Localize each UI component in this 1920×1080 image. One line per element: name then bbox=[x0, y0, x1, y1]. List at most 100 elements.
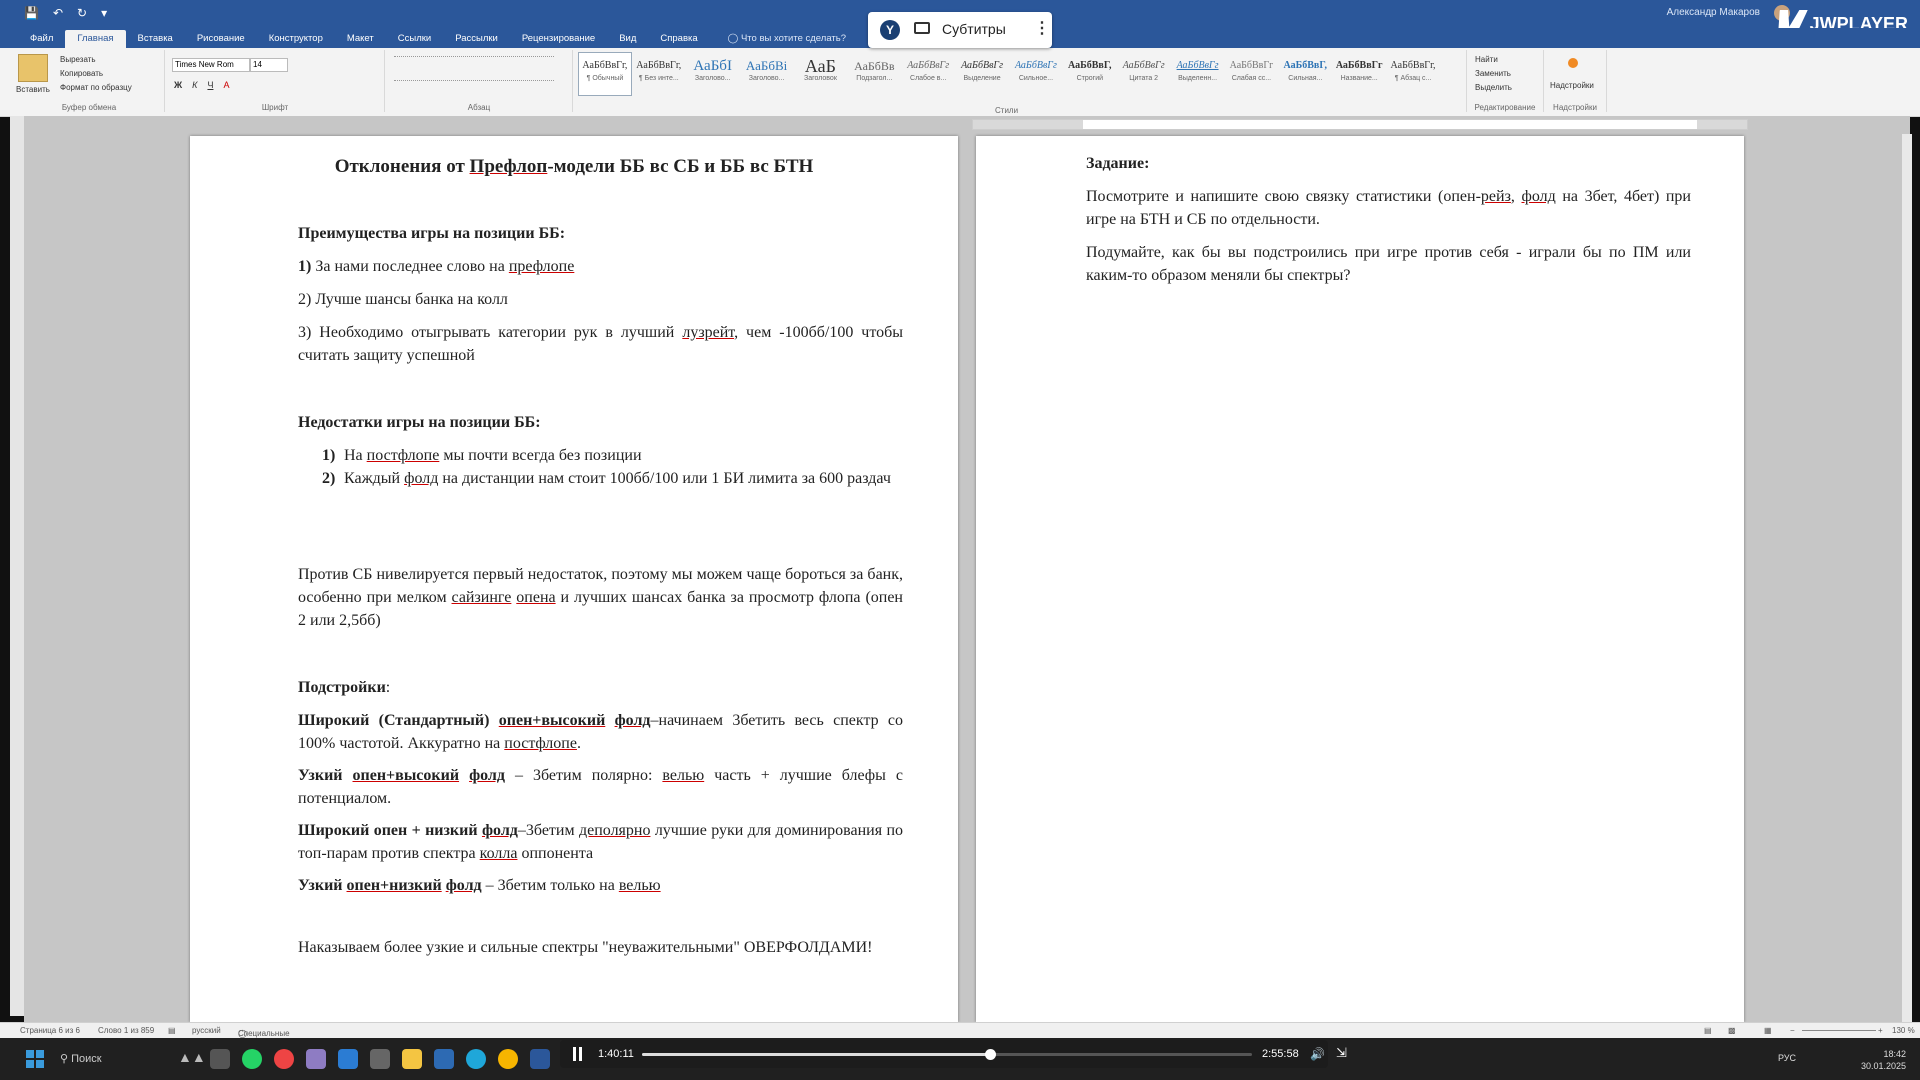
style-item[interactable]: АаБбВвГг Слабое в... bbox=[901, 52, 955, 96]
word-count[interactable]: Слово 1 из 859 bbox=[98, 1026, 154, 1035]
misspelled-word: колла bbox=[479, 845, 518, 862]
taskview-icon[interactable] bbox=[210, 1049, 230, 1069]
bold-text: Широкий (Стандартный) bbox=[298, 712, 499, 729]
tell-me-search[interactable]: ◯ Что вы хотите сделать? bbox=[720, 30, 854, 48]
exit-fullscreen-icon[interactable]: ⇲ bbox=[1336, 1045, 1347, 1061]
style-item[interactable]: АаБбІ Заголово... bbox=[686, 52, 740, 96]
edge-icon[interactable] bbox=[466, 1049, 486, 1069]
volume-icon[interactable]: 🔊 bbox=[1310, 1047, 1325, 1061]
zoom-out-button[interactable]: − bbox=[1790, 1026, 1795, 1035]
style-name: Сильное... bbox=[1018, 75, 1054, 82]
windows-start-icon[interactable] bbox=[26, 1050, 44, 1068]
pen-icon[interactable] bbox=[306, 1049, 326, 1069]
seek-handle[interactable] bbox=[984, 1049, 996, 1060]
document-page-right[interactable]: Задание: Посмотрите и напишите свою связ… bbox=[976, 136, 1744, 1022]
proofing-icon[interactable]: ▤ bbox=[168, 1026, 176, 1035]
whatsapp-icon[interactable] bbox=[242, 1049, 262, 1069]
save-icon[interactable]: 💾 bbox=[24, 6, 39, 20]
more-options-icon[interactable]: ⋮ bbox=[1034, 18, 1050, 38]
subtitles-control[interactable]: Y Субтитры ⋮ bbox=[868, 12, 1052, 48]
tab-design[interactable]: Конструктор bbox=[257, 30, 335, 48]
word-icon[interactable] bbox=[530, 1049, 550, 1069]
calculator-icon[interactable] bbox=[370, 1049, 390, 1069]
style-item[interactable]: АаБбВі Заголово... bbox=[740, 52, 794, 96]
style-item[interactable]: АаБбВвГг Название... bbox=[1332, 52, 1386, 96]
clock-date[interactable]: 30.01.2025 bbox=[1861, 1060, 1906, 1072]
align-buttons-row[interactable] bbox=[394, 80, 554, 91]
find-button[interactable]: Найти bbox=[1475, 54, 1498, 66]
taskbar-search[interactable]: ⚲ Поиск bbox=[60, 1052, 102, 1065]
style-item[interactable]: АаБбВвГг, ¶ Обычный bbox=[578, 52, 632, 96]
copy-button[interactable]: Копировать bbox=[60, 68, 103, 80]
list-buttons-row[interactable] bbox=[394, 56, 554, 67]
seek-bar[interactable] bbox=[642, 1049, 1252, 1060]
user-name[interactable]: Александр Макаров bbox=[1667, 7, 1760, 18]
app-icon[interactable]: ▲▲ bbox=[178, 1049, 206, 1069]
style-item[interactable]: АаБбВвГг, ¶ Без инте... bbox=[632, 52, 686, 96]
font-name-dropdown[interactable]: Times New Rom bbox=[172, 58, 250, 72]
replace-button[interactable]: Заменить bbox=[1475, 68, 1511, 80]
tab-draw[interactable]: Рисование bbox=[185, 30, 257, 48]
redo-icon[interactable]: ↻ bbox=[77, 6, 87, 20]
misspelled-word: опен+высокий bbox=[352, 767, 460, 784]
cut-button[interactable]: Вырезать bbox=[60, 54, 96, 66]
style-item[interactable]: АаБбВвГг Цитата 2 bbox=[1117, 52, 1171, 96]
style-item[interactable]: АаБбВвГг Выделение bbox=[955, 52, 1009, 96]
style-item[interactable]: АаБ Заголовок bbox=[794, 52, 848, 96]
style-item[interactable]: АаБбВв Подзагол... bbox=[847, 52, 901, 96]
paste-icon[interactable] bbox=[18, 54, 48, 82]
adjustment-text: – 3бетим только на bbox=[481, 877, 619, 894]
editing-group-label: Редактирование bbox=[1474, 103, 1536, 112]
zoom-level[interactable]: 130 % bbox=[1892, 1026, 1915, 1035]
advantages-heading: Преимущества игры на позиции ББ: bbox=[298, 225, 566, 242]
style-item[interactable]: АаБбВвГг Выделенн... bbox=[1171, 52, 1225, 96]
customize-icon[interactable]: ▾ bbox=[101, 6, 107, 20]
underline-button[interactable]: Ч bbox=[207, 80, 213, 90]
pause-icon[interactable] bbox=[572, 1047, 584, 1061]
browser-icon[interactable] bbox=[274, 1049, 294, 1069]
zoom-slider[interactable] bbox=[1802, 1030, 1876, 1031]
document-page-left[interactable]: Отклонения от Префлоп-модели ББ вс СБ и … bbox=[190, 136, 958, 1022]
tab-view[interactable]: Вид bbox=[607, 30, 648, 48]
format-painter-button[interactable]: Формат по образцу bbox=[60, 82, 132, 94]
tab-file[interactable]: Файл bbox=[18, 30, 65, 48]
font-group-label: Шрифт bbox=[261, 103, 289, 112]
app-icon[interactable] bbox=[338, 1049, 358, 1069]
horizontal-ruler[interactable] bbox=[972, 119, 1748, 130]
heading-text: Подстройки bbox=[298, 679, 386, 696]
bold-button[interactable]: Ж bbox=[174, 80, 182, 90]
italic-button[interactable]: К bbox=[192, 80, 197, 90]
styles-gallery: АаБбВвГг, ¶ Обычный АаБбВвГг, ¶ Без инте..… bbox=[578, 52, 1440, 96]
page-count[interactable]: Страница 6 из 6 bbox=[20, 1026, 80, 1035]
tab-review[interactable]: Рецензирование bbox=[510, 30, 607, 48]
style-item[interactable]: АаБбВвГ, Сильная... bbox=[1278, 52, 1332, 96]
tab-layout[interactable]: Макет bbox=[335, 30, 386, 48]
yandex-icon[interactable]: Y bbox=[880, 20, 900, 40]
tab-home[interactable]: Главная bbox=[65, 30, 126, 48]
addins-button[interactable]: Надстройки bbox=[1550, 80, 1594, 92]
style-item[interactable]: АаБбВвГг Сильное... bbox=[1009, 52, 1063, 96]
input-language[interactable]: РУС bbox=[1778, 1052, 1796, 1064]
font-size-dropdown[interactable]: 14 bbox=[250, 58, 288, 72]
print-layout-icon[interactable]: ▩ bbox=[1728, 1026, 1736, 1035]
store-icon[interactable] bbox=[434, 1049, 454, 1069]
zoom-in-button[interactable]: + bbox=[1878, 1026, 1883, 1035]
select-button[interactable]: Выделить bbox=[1475, 82, 1512, 94]
clock-time[interactable]: 18:42 bbox=[1861, 1048, 1906, 1060]
web-layout-icon[interactable]: ▦ bbox=[1764, 1026, 1772, 1035]
style-item[interactable]: АаБбВвГг Слабая сс... bbox=[1225, 52, 1279, 96]
tab-references[interactable]: Ссылки bbox=[386, 30, 443, 48]
tab-insert[interactable]: Вставка bbox=[126, 30, 185, 48]
chrome-icon[interactable] bbox=[498, 1049, 518, 1069]
tab-help[interactable]: Справка bbox=[648, 30, 709, 48]
undo-icon[interactable]: ↶ bbox=[53, 6, 63, 20]
read-mode-icon[interactable]: ▤ bbox=[1704, 1026, 1712, 1035]
style-item[interactable]: АаБбВвГг, ¶ Абзац с... bbox=[1386, 52, 1440, 96]
vertical-scrollbar[interactable] bbox=[1902, 134, 1912, 1022]
font-color-icon[interactable]: A bbox=[223, 80, 229, 90]
language-status[interactable]: русский bbox=[192, 1026, 221, 1035]
file-explorer-icon[interactable] bbox=[402, 1049, 422, 1069]
style-item[interactable]: АаБбВвГ, Строгий bbox=[1063, 52, 1117, 96]
tab-mailings[interactable]: Рассылки bbox=[443, 30, 510, 48]
paste-button[interactable]: Вставить bbox=[16, 84, 50, 96]
